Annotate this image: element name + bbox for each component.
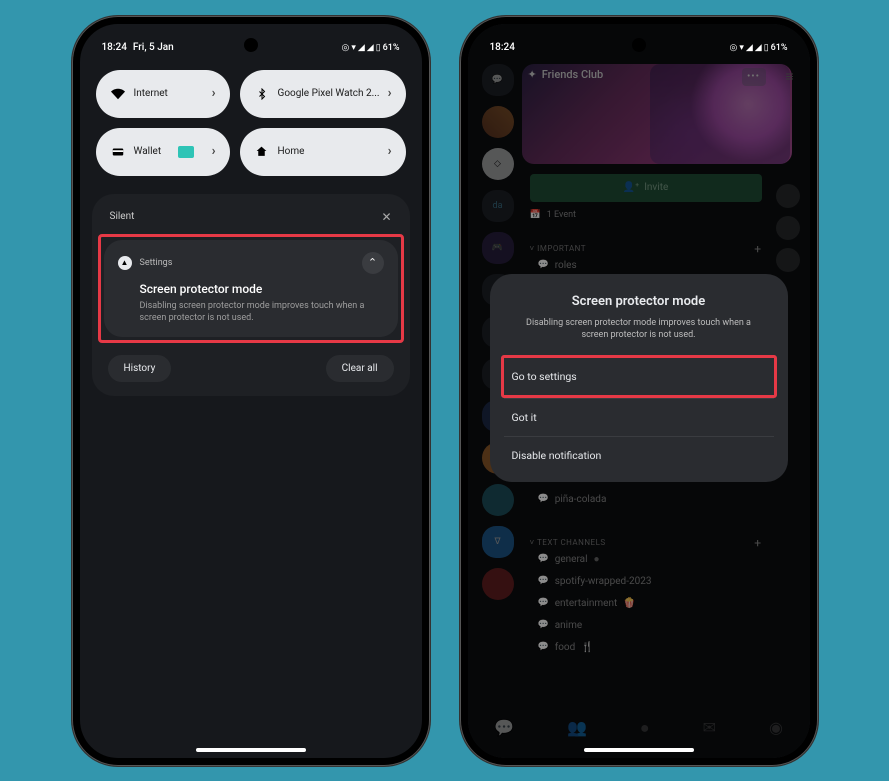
quick-settings: Internet › Google Pixel Watch 2... › Wal… — [80, 60, 422, 186]
screen-right: 18:24 ◎ ▾ ◢ ◢ ▯ 61% 💬 ◇ da 🎮 📁 ∇ — [468, 24, 810, 758]
notif-title: Screen protector mode — [140, 282, 384, 296]
close-icon[interactable]: ✕ — [381, 210, 391, 224]
qs-label: Wallet — [134, 146, 162, 157]
signal2-icon: ◢ — [367, 43, 374, 53]
wifi-icon: ▾ — [351, 43, 356, 53]
highlight-annotation: Go to settings — [501, 355, 777, 398]
home-indicator[interactable] — [196, 748, 306, 752]
signal-icon: ◢ — [358, 43, 365, 53]
chevron-right-icon: › — [212, 144, 216, 159]
camera-notch — [632, 38, 646, 52]
card-accent-icon — [178, 146, 194, 158]
go-to-settings-button[interactable]: Go to settings — [504, 358, 774, 395]
got-it-button[interactable]: Got it — [504, 398, 774, 436]
camera-notch — [244, 38, 258, 52]
dialog-title: Screen protector mode — [504, 294, 774, 309]
wifi-icon — [110, 86, 126, 102]
wallet-icon — [110, 144, 126, 160]
chevron-right-icon: › — [388, 144, 392, 159]
status-date: Fri, 5 Jan — [133, 42, 174, 53]
battery-icon: ▯ — [764, 43, 769, 53]
battery-pct: 61% — [771, 43, 788, 53]
qs-home-tile[interactable]: Home › — [240, 128, 406, 176]
qs-label: Home — [278, 146, 305, 157]
dnd-icon: ◎ — [729, 43, 737, 53]
chevron-right-icon: › — [388, 86, 392, 101]
dnd-icon: ◎ — [341, 43, 349, 53]
status-time: 18:24 — [102, 42, 127, 53]
qs-wallet-tile[interactable]: Wallet › — [96, 128, 230, 176]
home-indicator[interactable] — [584, 748, 694, 752]
signal-icon: ◢ — [746, 43, 753, 53]
screen-protector-dialog: Screen protector mode Disabling screen p… — [490, 274, 788, 482]
status-time: 18:24 — [490, 42, 515, 53]
qs-watch-tile[interactable]: Google Pixel Watch 2... › — [240, 70, 406, 118]
wifi-icon: ▾ — [739, 43, 744, 53]
notif-body: Disabling screen protector mode improves… — [140, 300, 384, 325]
notif-app-name: Settings — [140, 258, 173, 268]
battery-pct: 61% — [383, 43, 400, 53]
highlight-annotation: ▲ Settings ⌃ Screen protector mode Disab… — [98, 234, 404, 343]
section-silent: Silent — [110, 211, 135, 222]
bluetooth-icon — [254, 86, 270, 102]
collapse-icon[interactable]: ⌃ — [362, 252, 384, 274]
disable-notification-button[interactable]: Disable notification — [504, 436, 774, 474]
notification-card[interactable]: ▲ Settings ⌃ Screen protector mode Disab… — [104, 240, 398, 337]
qs-internet-tile[interactable]: Internet › — [96, 70, 230, 118]
home-icon — [254, 144, 270, 160]
qs-label: Google Pixel Watch 2... — [278, 88, 380, 99]
settings-app-icon: ▲ — [118, 256, 132, 270]
history-button[interactable]: History — [108, 355, 172, 382]
clear-all-button[interactable]: Clear all — [326, 355, 394, 382]
phone-right: 18:24 ◎ ▾ ◢ ◢ ▯ 61% 💬 ◇ da 🎮 📁 ∇ — [460, 16, 818, 766]
dialog-body: Disabling screen protector mode improves… — [504, 317, 774, 342]
chevron-right-icon: › — [212, 86, 216, 101]
phone-left: 18:24 Fri, 5 Jan ◎ ▾ ◢ ◢ ▯ 61% Internet … — [72, 16, 430, 766]
signal2-icon: ◢ — [755, 43, 762, 53]
battery-icon: ▯ — [376, 43, 381, 53]
screen-left: 18:24 Fri, 5 Jan ◎ ▾ ◢ ◢ ▯ 61% Internet … — [80, 24, 422, 758]
qs-label: Internet — [134, 88, 168, 99]
notification-panel: Silent ✕ ▲ Settings ⌃ Screen protector m… — [92, 194, 410, 396]
